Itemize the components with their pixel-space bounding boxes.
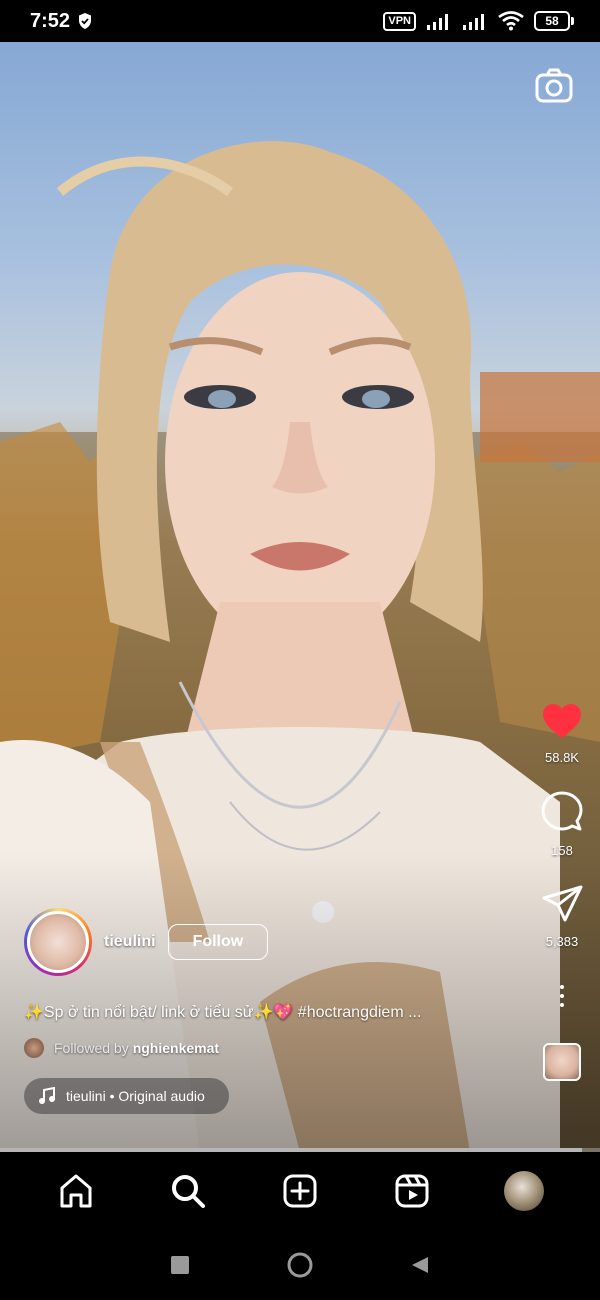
- more-icon[interactable]: [557, 985, 567, 1007]
- like-action[interactable]: 58.8K: [541, 702, 583, 765]
- audio-thumbnail[interactable]: [543, 1043, 581, 1081]
- creator-avatar[interactable]: [24, 908, 92, 976]
- follow-button[interactable]: Follow: [167, 924, 269, 960]
- nav-home[interactable]: [56, 1171, 96, 1211]
- bottom-nav: [0, 1152, 600, 1230]
- share-action[interactable]: 5,383: [541, 884, 583, 949]
- creator-username[interactable]: tieulini: [104, 933, 156, 951]
- caption-text: ✨Sp ở tin nổi bật/ link ở tiểu sử✨💖: [24, 1004, 294, 1021]
- system-nav: [0, 1230, 600, 1300]
- share-count: 5,383: [545, 934, 579, 949]
- reels-icon[interactable]: [394, 1173, 430, 1209]
- back-triangle-icon[interactable]: [410, 1255, 430, 1275]
- nav-reels[interactable]: [392, 1171, 432, 1211]
- followed-by[interactable]: Followed by nghienkemat: [24, 1038, 219, 1058]
- nav-create[interactable]: [280, 1171, 320, 1211]
- search-icon[interactable]: [170, 1173, 206, 1209]
- shield-icon: [79, 13, 92, 29]
- heart-icon[interactable]: [541, 702, 583, 740]
- square-icon[interactable]: [170, 1255, 190, 1275]
- creator-row: tieulini Follow: [24, 908, 269, 976]
- signal-icon: [427, 14, 448, 30]
- reel-actions: 58.8K 158 5,383: [540, 702, 584, 1081]
- battery-indicator: 58: [534, 11, 574, 31]
- status-bar: 7:52 VPN 58: [0, 0, 600, 42]
- profile-avatar[interactable]: [504, 1171, 544, 1211]
- camera-icon[interactable]: [534, 66, 574, 106]
- followed-by-label: Followed by: [54, 1040, 129, 1056]
- home-button[interactable]: [286, 1251, 314, 1279]
- reel-video[interactable]: 58.8K 158 5,383 tieulini Follow ✨Sp ở ti…: [0, 42, 600, 1152]
- comment-action[interactable]: 158: [541, 791, 583, 858]
- follower-avatar: [24, 1038, 44, 1058]
- send-icon[interactable]: [541, 884, 583, 924]
- music-note-icon: [39, 1087, 55, 1104]
- audio-pill[interactable]: tieulini • Original audio: [24, 1078, 229, 1114]
- back-button[interactable]: [406, 1251, 434, 1279]
- recents-button[interactable]: [166, 1251, 194, 1279]
- followed-by-name: nghienkemat: [132, 1040, 220, 1056]
- vpn-badge: VPN: [383, 11, 416, 31]
- like-count: 58.8K: [545, 750, 579, 765]
- comment-count: 158: [551, 843, 573, 858]
- reel-caption[interactable]: ✨Sp ở tin nổi bật/ link ở tiểu sử✨💖 #hoc…: [24, 1002, 464, 1024]
- nav-profile[interactable]: [504, 1171, 544, 1211]
- caption-hashtag[interactable]: #hoctrangdiem ...: [298, 1004, 422, 1021]
- status-time: 7:52: [30, 9, 71, 32]
- create-icon[interactable]: [282, 1173, 318, 1209]
- comment-icon[interactable]: [541, 791, 583, 833]
- signal-icon: [463, 14, 484, 30]
- wifi-icon: [498, 11, 524, 31]
- nav-search[interactable]: [168, 1171, 208, 1211]
- home-icon[interactable]: [58, 1173, 94, 1209]
- audio-label: tieulini • Original audio: [66, 1088, 205, 1104]
- circle-icon[interactable]: [286, 1251, 314, 1279]
